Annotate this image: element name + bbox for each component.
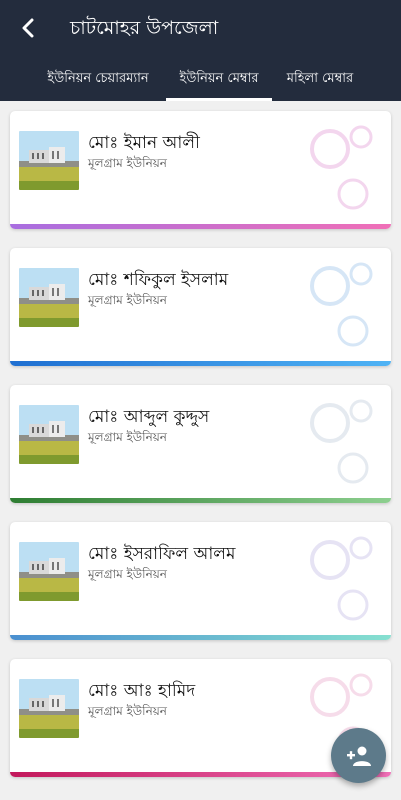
member-card[interactable]: মোঃ ইসরাফিল আলম মূলগ্রাম ইউনিয়ন	[10, 522, 391, 640]
add-member-button[interactable]	[331, 728, 386, 783]
member-card[interactable]: মোঃ আব্দুল কুদ্দুস মূলগ্রাম ইউনিয়ন	[10, 385, 391, 503]
decorative-circles	[310, 125, 373, 210]
union-office-image	[19, 131, 79, 190]
union-office-image	[19, 405, 79, 464]
member-union: মূলগ্রাম ইউনিয়ন	[88, 567, 167, 581]
page-title: চাটমোহর উপজেলা	[70, 17, 219, 39]
member-name: মোঃ ইসরাফিল আলম	[88, 544, 236, 564]
accent-bar	[10, 224, 391, 229]
decorative-circles	[310, 536, 373, 621]
member-name: মোঃ আব্দুল কুদ্দুস	[88, 407, 210, 427]
tab-union-member[interactable]: ইউনিয়ন মেম্বার	[166, 58, 272, 101]
accent-bar	[10, 635, 391, 640]
decorative-circles	[310, 399, 373, 484]
union-office-image	[19, 542, 79, 601]
member-union: মূলগ্রাম ইউনিয়ন	[88, 704, 167, 718]
arrow-back-icon	[22, 18, 34, 38]
union-office-image	[19, 679, 79, 738]
member-union: মূলগ্রাম ইউনিয়ন	[88, 293, 167, 307]
tab-union-chairman[interactable]: ইউনিয়ন চেয়ারম্যান	[30, 58, 166, 101]
accent-bar	[10, 361, 391, 366]
member-name: মোঃ ইমান আলী	[88, 133, 200, 153]
member-union: মূলগ্রাম ইউনিয়ন	[88, 430, 167, 444]
accent-bar	[10, 498, 391, 503]
member-list[interactable]: মোঃ ইমান আলী মূলগ্রাম ইউনিয়ন মোঃ শফিকুল…	[0, 101, 401, 800]
accent-bar	[10, 772, 391, 777]
app-bar: চাটমোহর উপজেলা ইউনিয়ন চেয়ারম্যান ইউনিয…	[0, 0, 401, 101]
decorative-circles	[310, 262, 373, 347]
tab-bar: ইউনিয়ন চেয়ারম্যান ইউনিয়ন মেম্বার মহিল…	[0, 58, 401, 101]
back-button[interactable]	[14, 12, 42, 44]
member-name: মোঃ শফিকুল ইসলাম	[88, 270, 229, 290]
member-name: মোঃ আঃ হামিদ	[88, 681, 196, 701]
member-card[interactable]: মোঃ ইমান আলী মূলগ্রাম ইউনিয়ন	[10, 111, 391, 229]
member-union: মূলগ্রাম ইউনিয়ন	[88, 156, 167, 170]
add-person-icon	[346, 746, 371, 766]
union-office-image	[19, 268, 79, 327]
tab-women-member[interactable]: মহিলা মেম্বার	[278, 58, 362, 101]
member-card[interactable]: মোঃ শফিকুল ইসলাম মূলগ্রাম ইউনিয়ন	[10, 248, 391, 366]
